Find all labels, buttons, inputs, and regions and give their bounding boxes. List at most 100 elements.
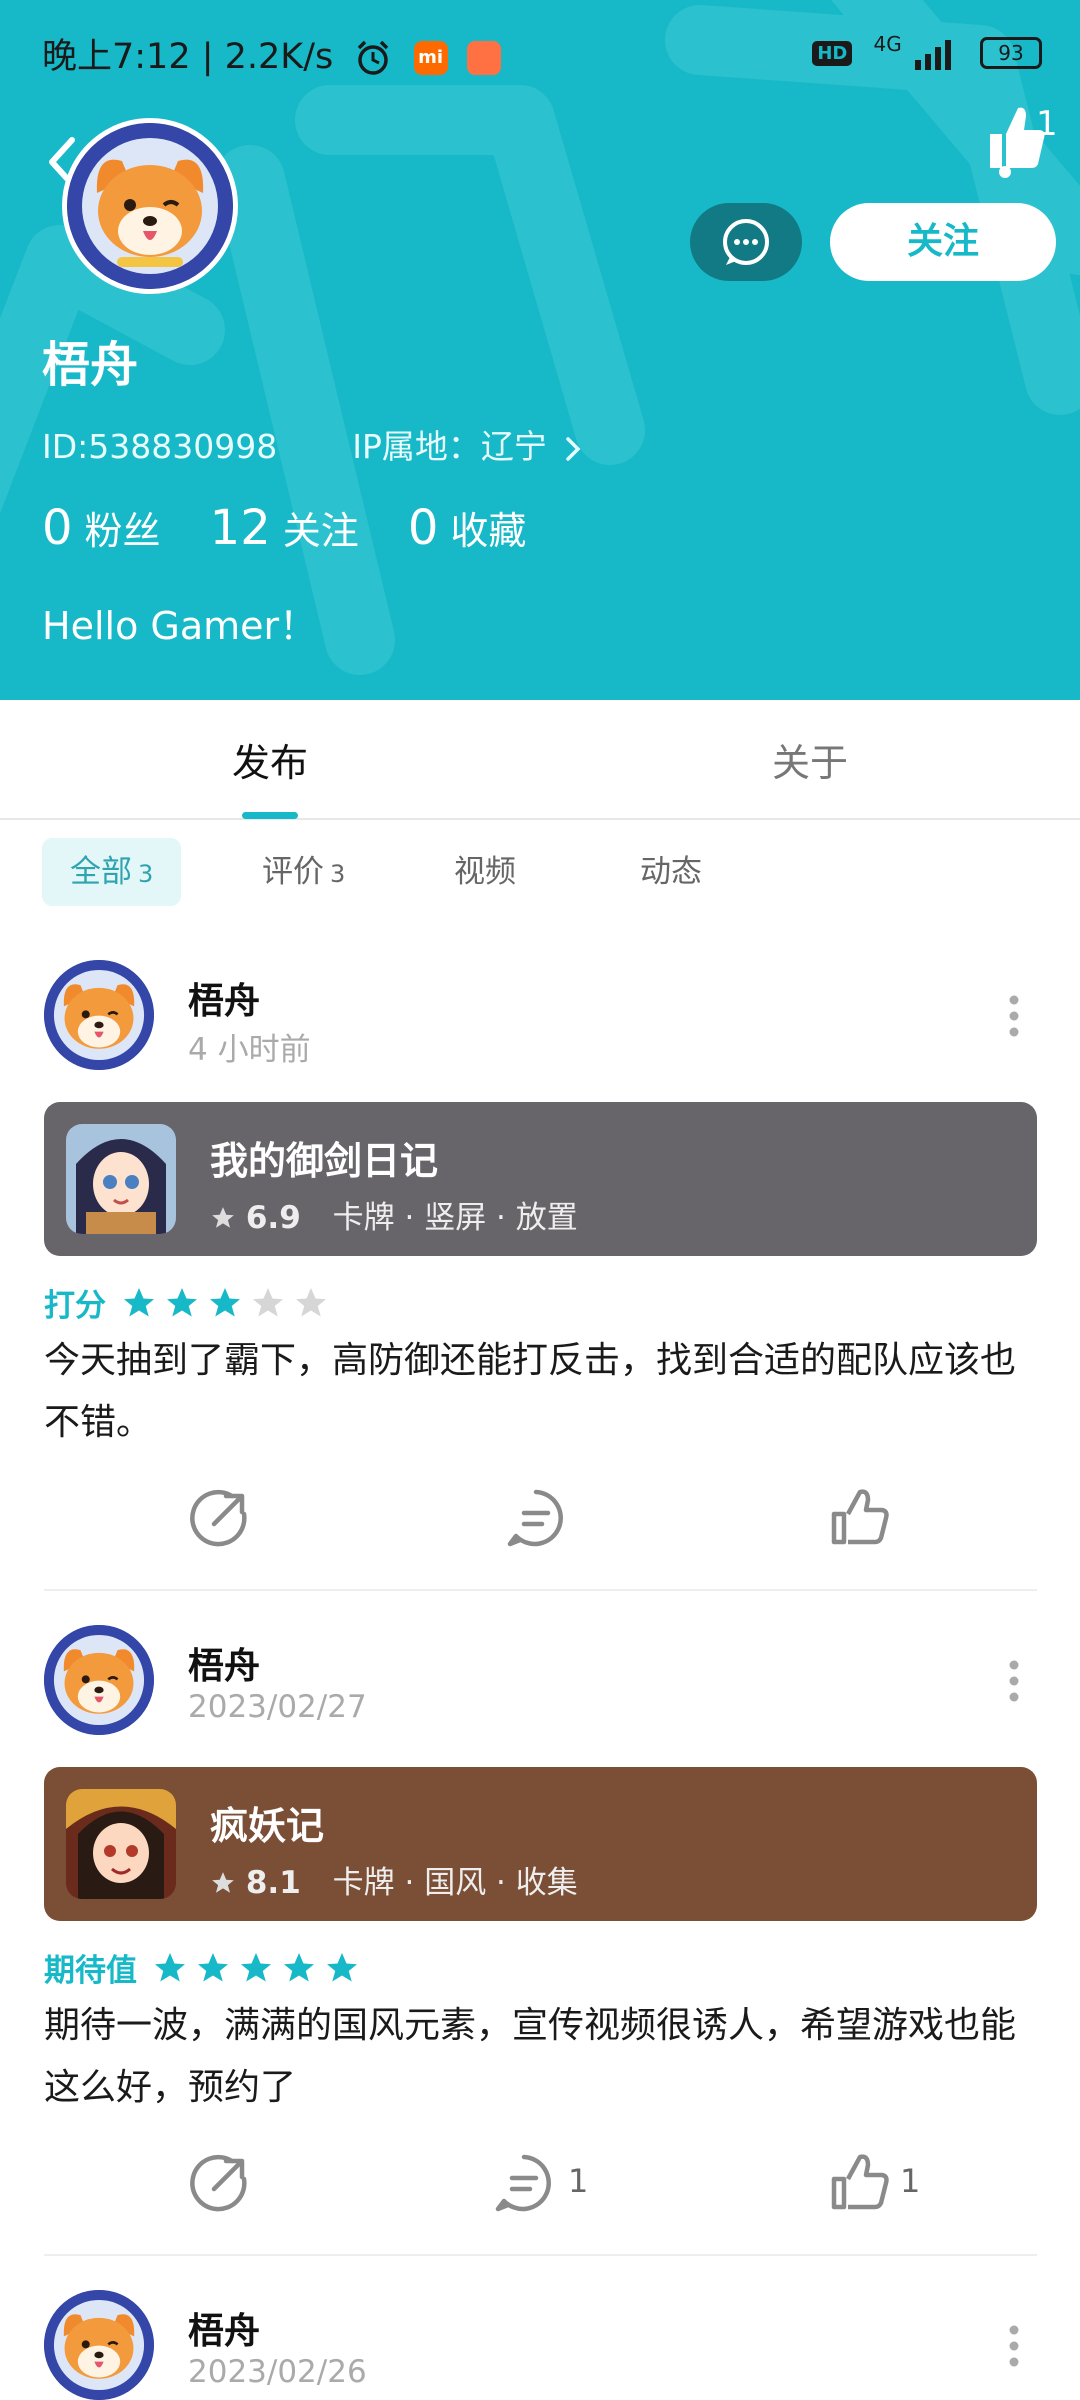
comment-count: 1 — [568, 2162, 589, 2200]
profile-bio: Hello Gamer！ — [42, 604, 318, 648]
star-filled-icon — [327, 1952, 358, 1981]
filter-count: 3 — [138, 860, 154, 888]
game-title: 我的御剑日记 — [210, 1139, 439, 1183]
network-label: 4G — [873, 32, 902, 56]
chevron-right-icon[interactable] — [563, 435, 583, 463]
shiba-avatar-icon — [44, 1625, 154, 1735]
battery-level: 93 — [998, 41, 1024, 65]
stat-label: 关注 — [282, 509, 359, 553]
filter-count: 3 — [330, 860, 346, 888]
mi-app-icon: mi — [413, 41, 448, 75]
tab-about[interactable]: 关于 — [772, 732, 848, 787]
thumbs-up-icon[interactable] — [828, 1486, 892, 1550]
notification-app-icon — [466, 41, 501, 75]
filter-all[interactable]: 全部 3 — [42, 838, 182, 906]
filter-videos[interactable]: 视频 — [426, 838, 544, 906]
rating-label: 期待值 — [44, 1953, 137, 1989]
star-filled-icon — [241, 1952, 272, 1981]
comment-icon[interactable] — [492, 2151, 556, 2215]
rating-row: 打分 — [44, 1280, 331, 1325]
chat-icon — [723, 219, 769, 265]
avatar[interactable] — [44, 960, 154, 1070]
stat-num: 12 — [209, 500, 271, 556]
more-options-icon[interactable] — [1008, 994, 1020, 1038]
stat-num: 0 — [42, 500, 73, 556]
filter-label: 视频 — [454, 854, 516, 890]
shiba-avatar-icon — [44, 2290, 154, 2400]
stat-following[interactable]: 12 关注 — [210, 500, 403, 556]
game-title: 疯妖记 — [210, 1804, 325, 1848]
message-button[interactable] — [690, 203, 802, 281]
shiba-avatar-icon — [44, 960, 154, 1070]
post-text[interactable]: 今天抽到了霸下，高防御还能打反击，找到合适的配队应该也不错。 — [44, 1330, 1044, 1454]
main-tabs: 发布 关于 — [0, 700, 1080, 820]
stat-fans[interactable]: 0 粉丝 — [42, 500, 205, 556]
rating-row: 期待值 — [44, 1945, 362, 1990]
game-meta: 8.1 卡牌 · 国风 · 收集 — [210, 1857, 578, 1902]
game-score: 6.9 — [245, 1200, 301, 1236]
avatar[interactable] — [44, 1625, 154, 1735]
follow-button[interactable]: 关注 — [830, 203, 1056, 281]
user-id: ID:538830998 — [42, 427, 278, 466]
avatar[interactable] — [44, 2290, 154, 2400]
star-filled-icon — [284, 1952, 315, 1981]
status-time: 晚上7:12 | 2.2K/s — [42, 37, 334, 77]
alarm-icon — [358, 40, 389, 75]
status-bar: 晚上7:12 | 2.2K/s mi HD 4G 93 — [42, 28, 1042, 77]
post-time: 2023/02/27 — [188, 1689, 367, 1725]
thumbs-up-icon[interactable] — [828, 2151, 892, 2215]
ip-location-link[interactable]: IP属地：辽宁 — [352, 427, 547, 466]
profile-avatar[interactable] — [62, 118, 238, 294]
star-empty-icon — [296, 1287, 327, 1316]
post-time: 2023/02/26 — [188, 2354, 367, 2390]
star-icon — [212, 1207, 234, 1228]
filter-label: 动态 — [640, 854, 702, 890]
game-cover-image — [66, 1124, 176, 1234]
filter-reviews[interactable]: 评价 3 — [234, 838, 373, 906]
post-author[interactable]: 梧舟 — [188, 2302, 260, 2354]
star-filled-icon — [198, 1952, 229, 1981]
shiba-avatar-icon — [67, 123, 233, 289]
filter-label: 评价 — [262, 854, 324, 890]
profile-name: 梧舟 — [42, 337, 139, 393]
stat-label: 粉丝 — [84, 509, 161, 553]
post-author[interactable]: 梧舟 — [188, 972, 260, 1024]
profile-header: 晚上7:12 | 2.2K/s mi HD 4G 93 1 关注 梧舟 ID:5… — [0, 0, 1080, 700]
profile-stats: 0 粉丝 12 关注 0 收藏 — [42, 500, 570, 556]
more-options-icon[interactable] — [1008, 2324, 1020, 2368]
post-text[interactable]: 期待一波，满满的国风元素，宣传视频很诱人，希望游戏也能这么好，预约了 — [44, 1995, 1044, 2119]
filter-label: 全部 — [70, 854, 132, 890]
share-icon[interactable] — [188, 2151, 252, 2215]
post-author[interactable]: 梧舟 — [188, 1637, 260, 1689]
star-filled-icon — [124, 1287, 155, 1316]
like-count: 1 — [900, 2162, 921, 2200]
status-right: HD 4G 93 — [812, 32, 1042, 72]
battery-icon: 93 — [980, 37, 1042, 69]
game-tags: 卡牌 · 竖屏 · 放置 — [332, 1200, 578, 1236]
game-cover-image — [66, 1789, 176, 1899]
like-count: 1 — [1036, 104, 1058, 144]
star-icon — [212, 1872, 234, 1893]
game-score: 8.1 — [245, 1865, 301, 1901]
hd-icon: HD — [812, 40, 853, 66]
star-filled-icon — [167, 1287, 198, 1316]
post-time: 4 小时前 — [188, 1032, 311, 1068]
id-line: ID:538830998 IP属地：辽宁 — [42, 420, 583, 468]
like-indicator-dot — [999, 166, 1011, 178]
comment-icon[interactable] — [504, 1486, 568, 1550]
stat-label: 收藏 — [450, 509, 527, 553]
star-filled-icon — [155, 1952, 186, 1981]
game-card[interactable]: 我的御剑日记 6.9 卡牌 · 竖屏 · 放置 — [44, 1102, 1037, 1256]
active-tab-indicator — [242, 812, 298, 819]
signal-icon — [914, 40, 951, 70]
star-filled-icon — [210, 1287, 241, 1316]
stat-favorites[interactable]: 0 收藏 — [408, 500, 571, 556]
game-meta: 6.9 卡牌 · 竖屏 · 放置 — [210, 1192, 578, 1237]
tab-publish[interactable]: 发布 — [232, 732, 308, 787]
game-card[interactable]: 疯妖记 8.1 卡牌 · 国风 · 收集 — [44, 1767, 1037, 1921]
more-options-icon[interactable] — [1008, 1659, 1020, 1703]
stat-num: 0 — [407, 500, 439, 556]
rating-label: 打分 — [44, 1288, 106, 1324]
filter-moments[interactable]: 动态 — [612, 838, 730, 906]
share-icon[interactable] — [188, 1486, 252, 1550]
